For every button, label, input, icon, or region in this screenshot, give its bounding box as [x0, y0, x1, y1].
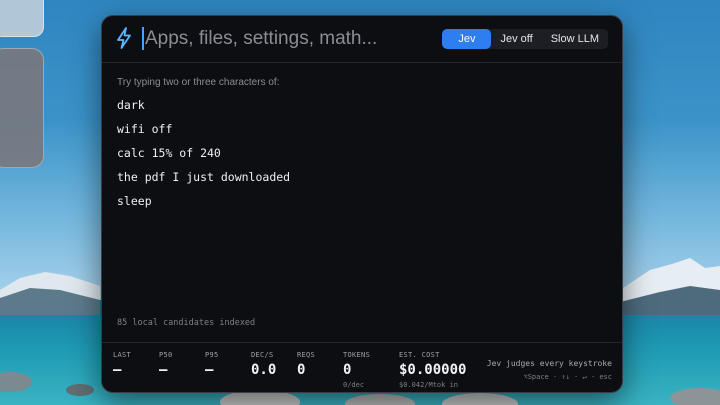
stat-value: 0.0	[251, 362, 277, 378]
stat-est-cost: EST. COST $0.00000 $0.042/Mtok in	[399, 351, 466, 389]
desktop-tile[interactable]	[0, 48, 44, 168]
stat-value: 0	[297, 362, 306, 378]
mode-slow-llm-button[interactable]: Slow LLM	[542, 29, 608, 49]
stat-label: REQS	[297, 351, 316, 359]
suggestion-item[interactable]: the pdf I just downloaded	[117, 169, 290, 193]
hint-text: Try typing two or three characters of:	[117, 77, 280, 88]
stat-p50: P50 —	[159, 351, 173, 378]
suggestion-item[interactable]: calc 15% of 240	[117, 145, 290, 169]
mode-jev-off-button[interactable]: Jev off	[491, 29, 541, 49]
stat-reqs: REQS 0	[297, 351, 315, 378]
stat-label: EST. COST	[399, 351, 440, 359]
stat-tokens: TOKENS 0 0/dec	[343, 351, 370, 389]
stat-value: —	[159, 362, 168, 378]
stat-value: —	[113, 362, 122, 378]
stat-last: LAST —	[113, 351, 131, 378]
judge-note: Jev judges every keystroke	[486, 359, 612, 368]
mode-jev-button[interactable]: Jev	[442, 29, 492, 49]
stat-label: LAST	[113, 351, 132, 359]
stat-value: $0.00000	[399, 362, 467, 378]
stat-label: DEC/S	[251, 351, 274, 359]
search-input[interactable]	[142, 25, 435, 53]
lightning-bolt-icon	[117, 27, 131, 49]
stat-sub: $0.042/Mtok in	[399, 381, 459, 389]
stat-dec-per-sec: DEC/S 0.0	[251, 351, 276, 378]
stat-p95: P95 —	[205, 351, 219, 378]
desktop-tile[interactable]	[0, 0, 44, 37]
suggestion-list: dark wifi off calc 15% of 240 the pdf I …	[117, 97, 290, 217]
stat-label: P95	[205, 351, 219, 359]
stat-value: —	[205, 362, 214, 378]
suggestion-item[interactable]: sleep	[117, 193, 290, 217]
stat-value: 0	[343, 362, 352, 378]
stat-label: P50	[159, 351, 173, 359]
keyboard-shortcuts: ⌥Space · ↑↓ · ↵ · esc	[523, 373, 612, 381]
stat-sub: 0/dec	[343, 381, 365, 389]
stat-label: TOKENS	[343, 351, 371, 359]
search-bar: Jev Jev off Slow LLM	[102, 16, 622, 63]
suggestion-item[interactable]: dark	[117, 97, 290, 121]
stats-bar: LAST — P50 — P95 — DEC/S 0.0 REQS 0 TOKE…	[102, 342, 622, 392]
index-status: 85 local candidates indexed	[117, 318, 256, 328]
footer-info: Jev judges every keystroke ⌥Space · ↑↓ ·…	[487, 359, 612, 381]
launcher-window: Jev Jev off Slow LLM Try typing two or t…	[101, 15, 623, 393]
mode-selector: Jev Jev off Slow LLM	[442, 29, 608, 49]
suggestion-item[interactable]: wifi off	[117, 121, 290, 145]
